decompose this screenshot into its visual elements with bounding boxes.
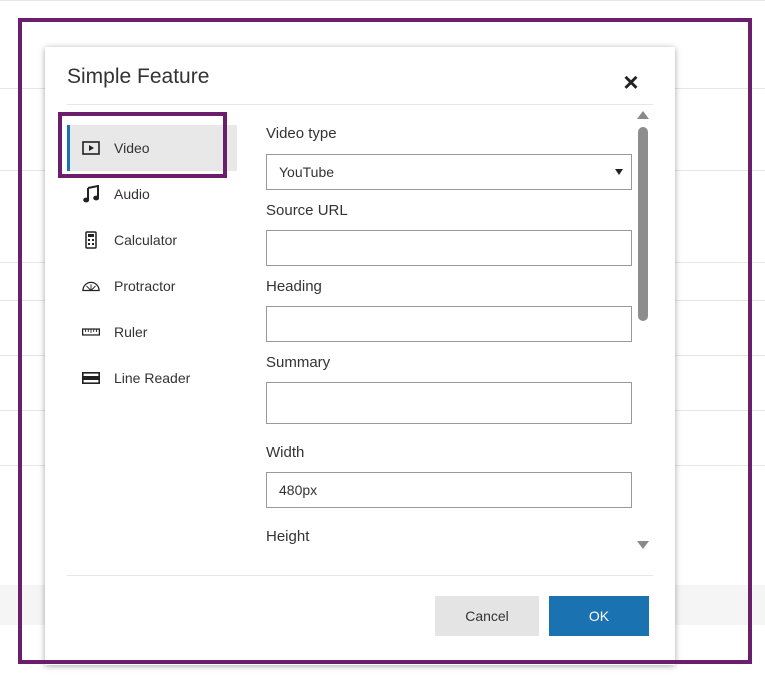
tool-item-ruler[interactable]: Ruler bbox=[67, 309, 237, 355]
summary-textarea[interactable] bbox=[266, 382, 632, 424]
cancel-button[interactable]: Cancel bbox=[435, 596, 539, 636]
line-reader-icon bbox=[82, 369, 100, 387]
close-icon[interactable]: × bbox=[620, 69, 642, 95]
scroll-thumb[interactable] bbox=[638, 127, 648, 321]
protractor-icon bbox=[82, 277, 100, 295]
tool-item-video[interactable]: Video bbox=[67, 125, 237, 171]
heading-label: Heading bbox=[266, 278, 322, 295]
tool-label: Protractor bbox=[114, 278, 176, 294]
caret-down-icon bbox=[615, 169, 623, 175]
width-label: Width bbox=[266, 444, 305, 461]
source-url-input[interactable] bbox=[266, 230, 632, 266]
form-scrollbar[interactable] bbox=[637, 111, 649, 551]
tool-label: Audio bbox=[114, 186, 150, 202]
scroll-down-arrow-icon[interactable] bbox=[637, 541, 649, 549]
tool-label: Ruler bbox=[114, 324, 148, 340]
tool-label: Calculator bbox=[114, 232, 178, 248]
tool-item-protractor[interactable]: Protractor bbox=[67, 263, 237, 309]
music-note-icon bbox=[82, 185, 100, 203]
heading-input[interactable] bbox=[266, 306, 632, 342]
ok-button[interactable]: OK bbox=[549, 596, 649, 636]
video-type-select[interactable]: YouTube bbox=[266, 154, 632, 190]
video-type-label: Video type bbox=[266, 125, 337, 142]
width-input[interactable] bbox=[266, 472, 632, 508]
ruler-icon bbox=[82, 323, 100, 341]
background-line bbox=[0, 0, 765, 1]
calculator-icon bbox=[82, 231, 100, 249]
feature-form: Video type YouTube Source URL Heading Su… bbox=[266, 125, 632, 575]
scroll-up-arrow-icon[interactable] bbox=[637, 111, 649, 119]
height-label: Height bbox=[266, 528, 310, 545]
video-icon bbox=[82, 139, 100, 157]
tool-item-line-reader[interactable]: Line Reader bbox=[67, 355, 237, 401]
tool-label: Video bbox=[114, 140, 150, 156]
simple-feature-dialog: Simple Feature × Video Audio Calculator bbox=[45, 47, 675, 665]
video-type-value: YouTube bbox=[279, 164, 335, 180]
source-url-label: Source URL bbox=[266, 202, 348, 219]
tool-item-audio[interactable]: Audio bbox=[67, 171, 237, 217]
summary-label: Summary bbox=[266, 354, 331, 371]
tool-item-calculator[interactable]: Calculator bbox=[67, 217, 237, 263]
tool-label: Line Reader bbox=[114, 370, 191, 386]
dialog-title: Simple Feature bbox=[67, 65, 210, 88]
footer-divider bbox=[67, 575, 653, 576]
title-divider bbox=[67, 104, 653, 105]
tool-list: Video Audio Calculator Protractor Ruler bbox=[67, 125, 237, 401]
